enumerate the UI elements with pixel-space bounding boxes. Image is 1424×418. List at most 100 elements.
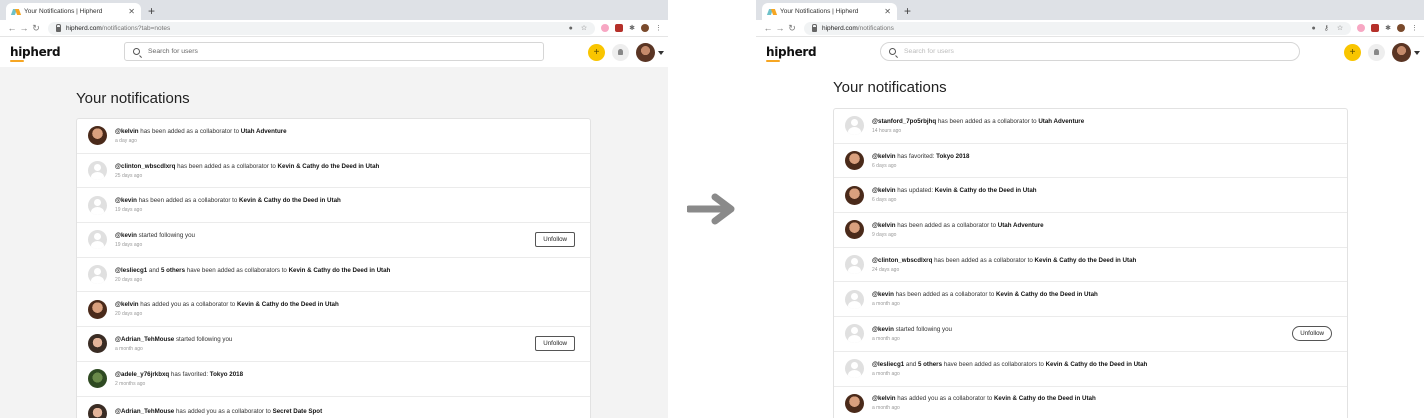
avatar[interactable] <box>845 393 864 413</box>
avatar[interactable] <box>845 151 864 171</box>
bell-icon[interactable] <box>612 44 629 61</box>
notification-target-link[interactable]: Kevin & Cathy do the Deed in Utah <box>1046 361 1148 368</box>
avatar[interactable] <box>88 230 107 250</box>
star-icon[interactable]: ☆ <box>1337 24 1343 32</box>
notification-user-link[interactable]: @lesliecg1 <box>872 361 904 368</box>
notification-user-link[interactable]: @kevin <box>115 197 137 204</box>
plus-icon[interactable]: + <box>588 44 605 61</box>
notification-user-link[interactable]: @Adrian_TehMouse <box>115 336 174 343</box>
notification-user-link[interactable]: @kelvin <box>872 395 896 402</box>
notification-target-link[interactable]: Utah Adventure <box>998 222 1044 229</box>
extension-pink-icon[interactable] <box>1357 24 1366 32</box>
notification-user-link[interactable]: @kevin <box>872 326 894 333</box>
browser-tab[interactable]: Your Notifications | Hipherd ✕ <box>762 3 897 20</box>
back-arrow-icon[interactable]: ← <box>762 23 774 33</box>
avatar[interactable] <box>845 255 864 275</box>
notification-target-link[interactable]: Utah Adventure <box>241 128 287 135</box>
notification-item[interactable]: @adele_y76jrkbxq has favorited: Tokyo 20… <box>77 362 590 397</box>
notification-user-link[interactable]: @kelvin <box>115 301 139 308</box>
location-pin-icon[interactable]: ● <box>1311 25 1315 32</box>
bell-icon[interactable] <box>1368 44 1385 61</box>
reload-icon[interactable]: ↻ <box>786 23 798 34</box>
notification-user-link[interactable]: @kelvin <box>115 128 139 135</box>
new-tab-icon[interactable]: + <box>904 3 911 19</box>
notification-item[interactable]: @kevin started following you 19 days ago U… <box>77 223 590 258</box>
notification-item[interactable]: @kelvin has been added as a collaborator… <box>77 119 590 154</box>
notification-target-link[interactable]: Kevin & Cathy do the Deed in Utah <box>1035 257 1137 264</box>
avatar[interactable] <box>845 116 864 136</box>
avatar[interactable] <box>88 299 107 319</box>
notification-item[interactable]: @clinton_wbscdlxrq has been added as a c… <box>77 154 590 189</box>
unfollow-button[interactable]: Unfollow <box>1292 326 1332 342</box>
avatar[interactable] <box>88 195 107 215</box>
chevron-down-icon[interactable] <box>1414 50 1420 55</box>
notification-item[interactable]: @stanford_7po5rbjhq has been added as a … <box>834 109 1347 144</box>
notification-target-link[interactable]: Kevin & Cathy do the Deed in Utah <box>994 395 1096 402</box>
extension-red-icon[interactable] <box>1371 24 1380 32</box>
browser-tab[interactable]: Your Notifications | Hipherd ✕ <box>6 3 141 20</box>
notification-item[interactable]: @Adrian_TehMouse has added you as a coll… <box>77 397 590 418</box>
avatar[interactable] <box>636 43 655 62</box>
notification-item[interactable]: @kelvin has been added as a collaborator… <box>834 213 1347 248</box>
avatar[interactable] <box>845 359 864 379</box>
menu-dots-icon[interactable]: ⋮ <box>655 24 662 32</box>
avatar[interactable] <box>845 185 864 205</box>
chevron-down-icon[interactable] <box>658 50 664 55</box>
plus-icon[interactable]: + <box>1344 44 1361 61</box>
extension-pink-icon[interactable] <box>601 24 610 32</box>
avatar[interactable] <box>88 265 107 285</box>
notification-item[interactable]: @lesliecg1 and 5 others have been added … <box>77 258 590 293</box>
notification-item[interactable]: @clinton_wbscdlxrq has been added as a c… <box>834 248 1347 283</box>
search-input[interactable]: Search for users <box>880 42 1300 61</box>
avatar[interactable] <box>88 403 107 418</box>
close-tab-icon[interactable]: ✕ <box>884 7 891 16</box>
avatar[interactable] <box>88 334 107 354</box>
avatar[interactable] <box>88 369 107 389</box>
notification-user-link[interactable]: @adele_y76jrkbxq <box>115 371 169 378</box>
puzzle-icon[interactable]: ✱ <box>1385 24 1391 32</box>
notification-user-link[interactable]: @kevin <box>115 232 137 239</box>
url-bar[interactable]: hipherd.com/notifications?tab=notes ● ☆ <box>48 21 596 35</box>
avatar[interactable] <box>845 324 864 344</box>
hipherd-logo[interactable]: hipherd <box>766 45 817 62</box>
notification-item[interactable]: @kelvin has added you as a collaborator … <box>77 292 590 328</box>
notification-user-link[interactable]: @clinton_wbscdlxrq <box>872 257 932 264</box>
notification-target-link[interactable]: Tokyo 2018 <box>936 153 969 160</box>
notification-target-link[interactable]: Kevin & Cathy do the Deed in Utah <box>289 267 391 274</box>
extension-red-icon[interactable] <box>615 24 624 32</box>
profile-avatar-icon[interactable] <box>1397 24 1405 32</box>
notification-target-link[interactable]: Utah Adventure <box>1038 118 1084 125</box>
notification-target-link[interactable]: Kevin & Cathy do the Deed in Utah <box>996 291 1098 298</box>
notification-item[interactable]: @kevin has been added as a collaborator … <box>834 282 1347 318</box>
notification-user-link[interactable]: @lesliecg1 <box>115 267 147 274</box>
unfollow-button[interactable]: Unfollow <box>535 232 575 248</box>
location-pin-icon[interactable]: ● <box>569 25 573 32</box>
notification-user-link[interactable]: @kevin <box>872 291 894 298</box>
notification-user-link[interactable]: @stanford_7po5rbjhq <box>872 118 936 125</box>
url-bar[interactable]: hipherd.com/notifications ● ⚷ ☆ <box>804 21 1352 35</box>
profile-avatar-icon[interactable] <box>641 24 649 32</box>
notification-target-link[interactable]: Kevin & Cathy do the Deed in Utah <box>935 187 1037 194</box>
reload-icon[interactable]: ↻ <box>30 23 42 34</box>
notification-item[interactable]: @kelvin has favorited: Tokyo 2018 6 days … <box>834 144 1347 179</box>
avatar[interactable] <box>88 126 107 146</box>
notification-item[interactable]: @kelvin has updated: Kevin & Cathy do th… <box>834 178 1347 214</box>
notification-user-link[interactable]: @kelvin <box>872 153 896 160</box>
star-icon[interactable]: ☆ <box>581 24 587 32</box>
notification-target-link[interactable]: Secret Date Spot <box>273 408 323 415</box>
unfollow-button[interactable]: Unfollow <box>535 336 575 352</box>
notification-target-link[interactable]: Tokyo 2018 <box>210 371 243 378</box>
puzzle-icon[interactable]: ✱ <box>629 24 635 32</box>
notification-item[interactable]: @kelvin has added you as a collaborator … <box>834 387 1347 418</box>
notification-item[interactable]: @kevin has been added as a collaborator … <box>77 188 590 224</box>
avatar[interactable] <box>845 220 864 240</box>
forward-arrow-icon[interactable]: → <box>774 23 786 33</box>
avatar[interactable] <box>1392 43 1411 62</box>
close-tab-icon[interactable]: ✕ <box>128 7 135 16</box>
avatar[interactable] <box>88 161 107 181</box>
notification-user-link[interactable]: @Adrian_TehMouse <box>115 408 174 415</box>
notification-target-link[interactable]: Kevin & Cathy do the Deed in Utah <box>237 301 339 308</box>
notification-target-link[interactable]: Kevin & Cathy do the Deed in Utah <box>278 163 380 170</box>
notification-item[interactable]: @kevin started following you a month ago U… <box>834 317 1347 352</box>
new-tab-icon[interactable]: + <box>148 3 155 19</box>
